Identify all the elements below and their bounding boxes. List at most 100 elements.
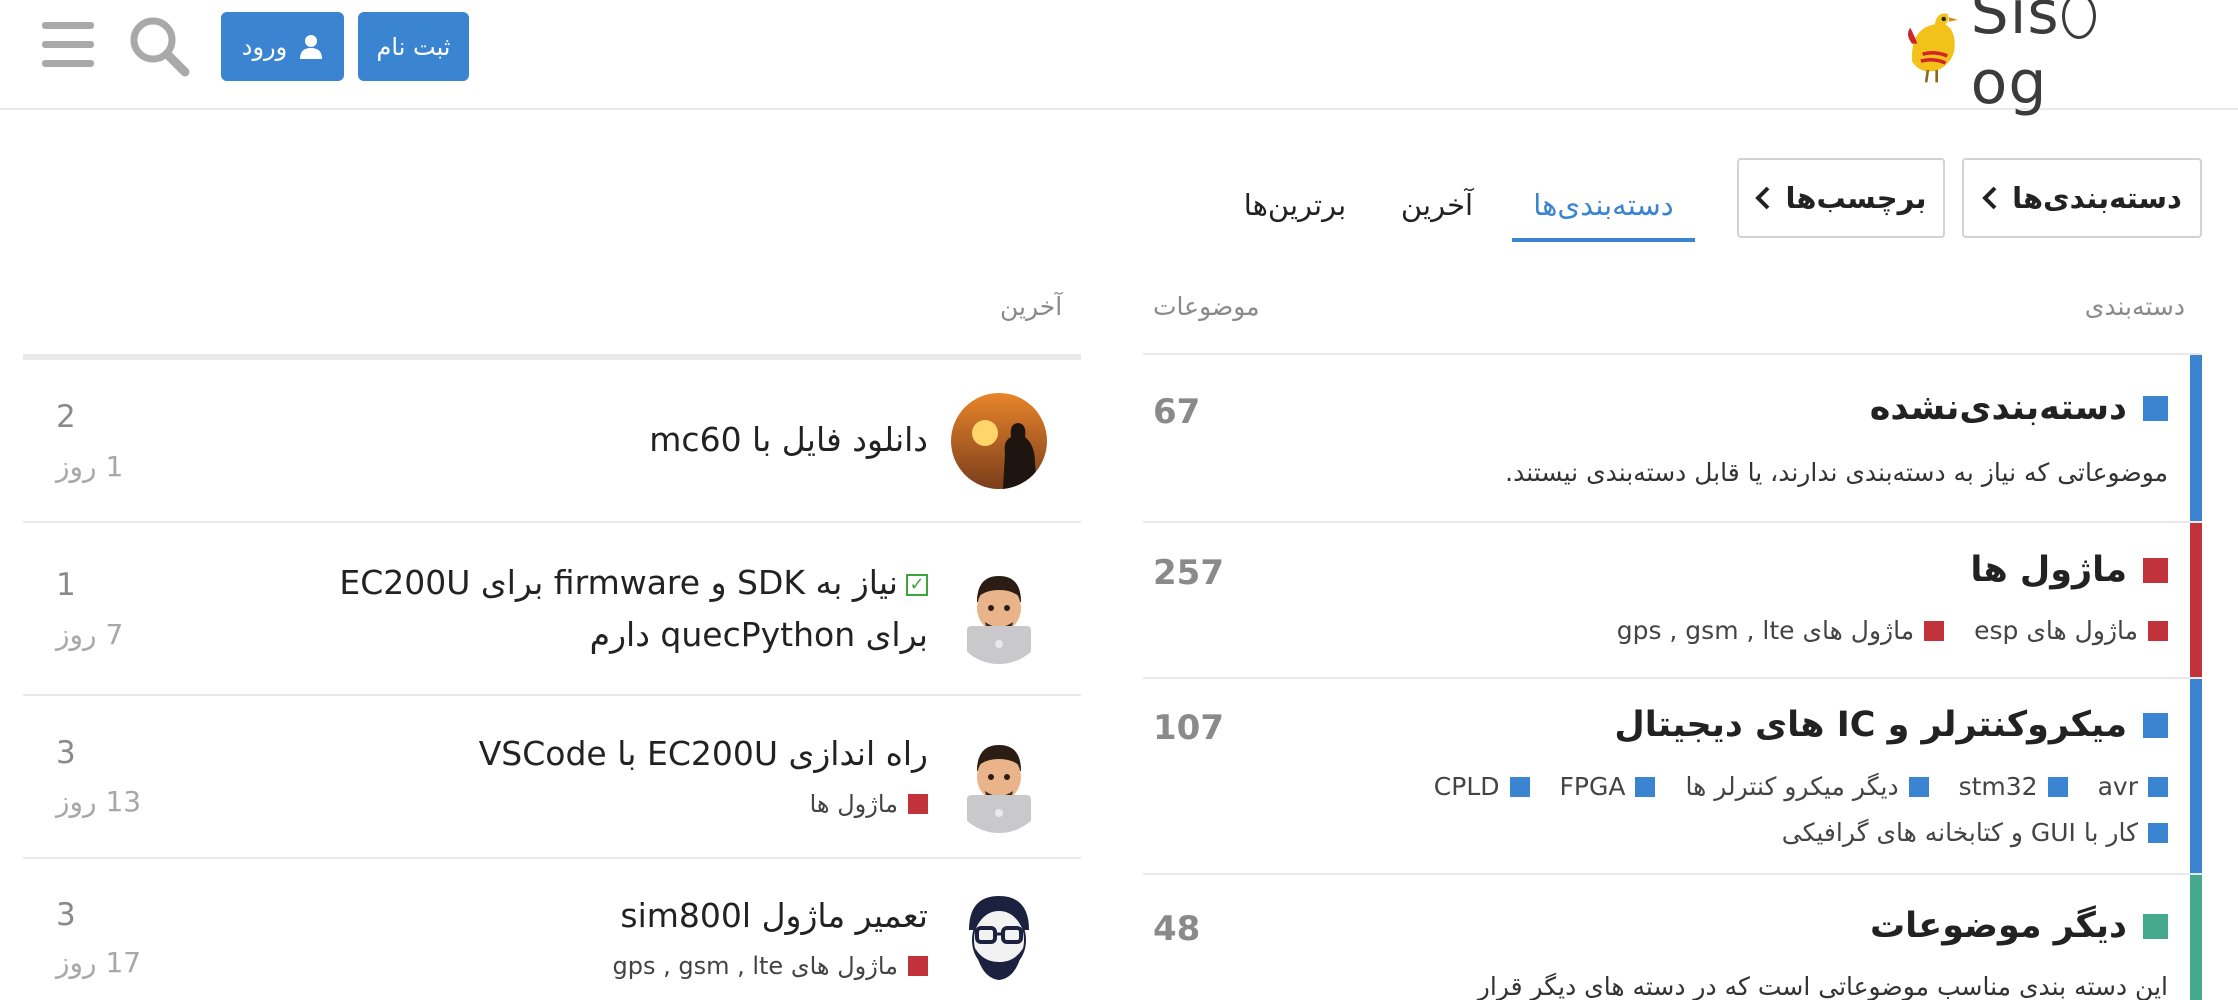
subcategory-badge xyxy=(2148,620,2168,641)
subcategory-name: stm32 xyxy=(1958,772,2038,801)
subcategory-link[interactable]: ماژول های gps , gsm , lte xyxy=(1616,616,1945,645)
category-description: این دسته بندی مناسب موضوعاتی است که در د… xyxy=(1477,972,2168,1000)
topic-title-line: برای quecPython دارم xyxy=(589,615,928,654)
subcategory-list: ماژول های esp ماژول های gps , gsm , lte xyxy=(1617,616,2168,645)
subcategory-link[interactable]: stm32 xyxy=(1959,772,2068,801)
avatar[interactable] xyxy=(951,737,1047,833)
tab-top[interactable]: برترین‌ها xyxy=(1240,172,1350,238)
subcategory-name: ماژول های esp xyxy=(1974,616,2138,645)
category-title[interactable]: ماژول ها xyxy=(1970,550,2168,590)
category-color-bar xyxy=(2190,875,2202,1000)
categories-dropdown[interactable]: دسته‌بندی‌ها xyxy=(1962,158,2202,238)
avatar[interactable] xyxy=(951,890,1047,986)
subcategory-link[interactable]: avr xyxy=(2098,772,2168,801)
subcategory-link[interactable]: FPGA xyxy=(1560,772,1656,801)
topic-age: 17 روز xyxy=(56,946,142,979)
topic-title[interactable]: ✓ نیاز به SDK و firmware برای EC200U برای… xyxy=(339,557,928,661)
subcategory-name: دیگر میکرو کنترلر ها xyxy=(1685,772,1899,801)
row-divider xyxy=(1143,677,2202,679)
subcategory-link[interactable]: کار با GUI و کتابخانه های گرافیکی xyxy=(1782,818,2168,847)
search-icon[interactable] xyxy=(127,14,191,78)
hamburger-menu-icon[interactable] xyxy=(40,18,96,72)
category-title[interactable]: دسته‌بندی‌نشده xyxy=(1870,388,2168,428)
row-divider xyxy=(23,694,1081,696)
subcategory-badge xyxy=(1924,620,1945,641)
topic-age: 13 روز xyxy=(56,785,142,818)
site-logo[interactable]: Sisog xyxy=(1905,0,2150,118)
topic-reply-count: 2 xyxy=(56,399,76,435)
category-column-header: دسته‌بندی xyxy=(2084,292,2185,321)
category-badge xyxy=(908,956,928,976)
topic-title[interactable]: دانلود فایل با mc60 xyxy=(649,414,928,466)
category-color-bar xyxy=(2190,355,2202,521)
signup-button[interactable]: ثبت نام xyxy=(358,12,469,81)
chevron-left-icon xyxy=(1755,186,1770,210)
topic-reply-count: 1 xyxy=(56,567,76,603)
memoji-laptop-avatar-icon xyxy=(951,737,1047,833)
signup-label: ثبت نام xyxy=(376,32,451,61)
category-topic-count: 48 xyxy=(1153,909,1201,949)
category-topic-count: 257 xyxy=(1153,553,1224,593)
topic-title-text: نیاز به SDK و firmware برای EC200U xyxy=(339,563,898,602)
latest-table-top xyxy=(23,354,1081,360)
categories-dropdown-label: دسته‌بندی‌ها xyxy=(2012,181,2182,215)
category-badge xyxy=(2143,557,2168,583)
user-icon xyxy=(300,34,323,59)
row-divider xyxy=(23,521,1081,523)
category-description: موضوعاتی که نیاز به دسته‌بندی ندارند، یا… xyxy=(1505,458,2168,487)
category-name: میکروکنترلر و IC های دیجیتال xyxy=(1614,705,2127,745)
topic-title[interactable]: راه اندازی EC200U با VSCode xyxy=(479,728,928,780)
category-title[interactable]: میکروکنترلر و IC های دیجیتال xyxy=(1614,705,2168,745)
category-color-bar xyxy=(2190,679,2202,873)
category-topic-count: 107 xyxy=(1153,708,1224,748)
site-header: Sisog ثبت نام ورود xyxy=(0,0,2238,118)
login-label: ورود xyxy=(241,32,288,61)
subcategory-badge xyxy=(1635,776,1656,797)
category-badge xyxy=(2143,712,2168,738)
tab-latest-label: آخرین xyxy=(1400,188,1474,222)
latest-column-header: آخرین xyxy=(1000,292,1063,321)
topic-age: 1 روز xyxy=(56,450,124,483)
topics-column-header: موضوعات xyxy=(1153,292,1260,321)
subcategory-link[interactable]: دیگر میکرو کنترلر ها xyxy=(1685,772,1929,801)
topic-category-name: ماژول ها xyxy=(809,790,898,818)
tab-top-label: برترین‌ها xyxy=(1243,188,1347,222)
subcategory-badge xyxy=(2148,822,2168,843)
topic-reply-count: 3 xyxy=(56,897,76,933)
chevron-left-icon xyxy=(1982,186,1997,210)
subcategory-name: avr xyxy=(2097,772,2138,801)
category-name: دیگر موضوعات xyxy=(1869,906,2127,946)
subcategory-badge xyxy=(2148,776,2168,797)
subcategory-badge xyxy=(2047,776,2068,797)
avatar[interactable] xyxy=(951,393,1047,489)
category-badge xyxy=(2143,913,2168,939)
subcategory-list: کار با GUI و کتابخانه های گرافیکی xyxy=(1782,818,2168,847)
row-divider xyxy=(1143,521,2202,523)
subcategory-name: کار با GUI و کتابخانه های گرافیکی xyxy=(1781,818,2138,847)
login-button[interactable]: ورود xyxy=(221,12,344,81)
tab-categories[interactable]: دسته‌بندی‌ها xyxy=(1512,172,1695,242)
category-badge xyxy=(2143,395,2168,421)
topic-title[interactable]: تعمیر ماژول sim800l xyxy=(620,890,928,942)
topic-category[interactable]: ماژول ها xyxy=(810,790,928,818)
subcategory-name: FPGA xyxy=(1559,772,1626,801)
category-title[interactable]: دیگر موضوعات xyxy=(1870,906,2168,946)
subcategory-list: avr stm32 دیگر میکرو کنترلر ها FPGA CPLD xyxy=(1434,772,2168,801)
tab-latest[interactable]: آخرین xyxy=(1393,172,1481,238)
category-name: ماژول ها xyxy=(1970,550,2127,590)
category-table-top xyxy=(1143,353,2202,355)
bearded-glasses-avatar-icon xyxy=(951,890,1047,986)
sunset-avatar-icon xyxy=(951,393,1047,489)
tags-dropdown[interactable]: برچسب‌ها xyxy=(1737,158,1945,238)
row-divider xyxy=(1143,873,2202,875)
subcategory-name: ماژول های gps , gsm , lte xyxy=(1616,616,1915,645)
subcategory-link[interactable]: ماژول های esp xyxy=(1974,616,2168,645)
subcategory-badge xyxy=(1908,776,1929,797)
subcategory-link[interactable]: CPLD xyxy=(1434,772,1530,801)
solved-check-icon: ✓ xyxy=(906,574,928,596)
topic-category-name: ماژول های gps , gsm , lte xyxy=(612,952,898,980)
category-color-bar xyxy=(2190,523,2202,677)
category-name: دسته‌بندی‌نشده xyxy=(1869,388,2127,428)
avatar[interactable] xyxy=(951,568,1047,664)
topic-category[interactable]: ماژول های gps , gsm , lte xyxy=(612,952,928,980)
